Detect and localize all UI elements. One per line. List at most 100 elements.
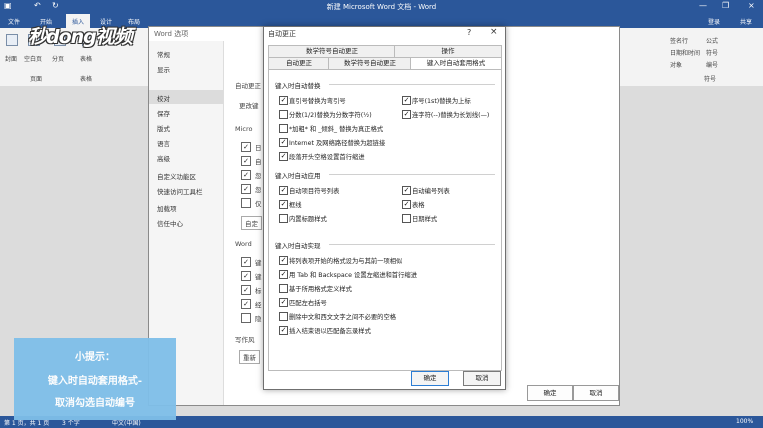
options-text-4: 忽 <box>255 172 262 180</box>
options-checkbox-3[interactable]: ✓ <box>241 170 251 180</box>
nav-addins[interactable]: 加载项 <box>157 203 177 213</box>
nav-customize-ribbon[interactable]: 自定义功能区 <box>157 171 196 181</box>
checkbox-date-style[interactable] <box>402 214 411 223</box>
nav-layout[interactable]: 版式 <box>157 123 170 133</box>
label-match-parentheses: 匹配左右括号 <box>289 300 327 307</box>
checkbox-tables[interactable]: ✓ <box>402 200 411 209</box>
checkbox-hyperlinks[interactable]: ✓ <box>279 138 288 147</box>
checkbox-fractions[interactable] <box>279 110 288 119</box>
options-text-7: 键 <box>255 259 262 267</box>
options-title: Word 选项 <box>154 30 189 38</box>
checkbox-hyphens[interactable]: ✓ <box>402 110 411 119</box>
checkbox-tab-backspace[interactable]: ✓ <box>279 270 288 279</box>
tab-math-autocorrect[interactable]: 数学符号自动更正 <box>328 57 412 69</box>
tip-line-2: 取消勾选自动编号 <box>55 398 135 409</box>
options-checkbox-7[interactable]: ✓ <box>241 271 251 281</box>
checkbox-first-indent[interactable]: ✓ <box>279 152 288 161</box>
nav-advanced[interactable]: 高级 <box>157 153 170 163</box>
options-custom-button[interactable]: 自定 <box>241 216 262 230</box>
tables-group-label: 表格 <box>80 76 93 83</box>
date-time-button[interactable]: 日期和时间 <box>670 48 700 57</box>
nav-proofing[interactable]: 校对 <box>157 93 170 103</box>
nav-trust-center[interactable]: 信任中心 <box>157 218 183 228</box>
options-text-5: 忽 <box>255 186 262 194</box>
options-checkbox-10[interactable] <box>241 313 251 323</box>
tab-autocorrect[interactable]: 自动更正 <box>268 57 330 69</box>
options-text-9: 标 <box>255 287 262 295</box>
options-text-3: 自 <box>255 158 262 166</box>
label-fractions: 分数(1/2)替换为分数字符(½) <box>289 112 372 119</box>
cover-icon[interactable] <box>6 34 18 46</box>
options-checkbox-1[interactable]: ✓ <box>241 142 251 152</box>
help-icon[interactable]: ? <box>467 28 471 37</box>
options-checkbox-2[interactable]: ✓ <box>241 156 251 166</box>
checkbox-remove-spaces[interactable] <box>279 312 288 321</box>
options-checkbox-9[interactable]: ✓ <box>241 299 251 309</box>
restore-icon[interactable]: ❐ <box>722 1 729 10</box>
options-cancel-button[interactable]: 取消 <box>573 385 619 401</box>
tab-actions[interactable]: 操作 <box>394 45 502 57</box>
label-bullet-lists: 自动项目符号列表 <box>289 188 340 195</box>
window-title: 新建 Microsoft Word 文档 - Word <box>326 3 437 11</box>
label-bold-italic: *加粗* 和 _倾斜_ 替换为真正格式 <box>289 126 384 133</box>
label-define-styles: 基于所用格式定义样式 <box>289 286 352 293</box>
tip-overlay: 小提示： 键入时自动套用格式- 取消勾选自动编号 <box>14 338 176 420</box>
checkbox-closing-memo[interactable]: ✓ <box>279 326 288 335</box>
checkbox-bullet-lists[interactable]: ✓ <box>279 186 288 195</box>
nav-general[interactable]: 常规 <box>157 49 170 59</box>
label-numbered-lists: 自动编号列表 <box>412 188 450 195</box>
autocorrect-ok-button[interactable]: 确定 <box>411 371 449 386</box>
tip-heading: 小提示： <box>75 352 115 363</box>
options-checkbox-8[interactable]: ✓ <box>241 285 251 295</box>
symbol-button[interactable]: 符号 <box>706 48 718 57</box>
options-checkbox-5[interactable] <box>241 198 251 208</box>
options-checkbox-6[interactable]: ✓ <box>241 257 251 267</box>
options-text-12: 写作风 <box>235 336 255 344</box>
login-link[interactable]: 登录 <box>708 17 720 26</box>
options-text-1: 更改键 <box>239 102 259 110</box>
options-text-2: 日 <box>255 144 262 152</box>
formula-button[interactable]: 公式 <box>706 36 718 45</box>
signature-line-button[interactable]: 签名行 <box>670 36 688 45</box>
zoom-level[interactable]: 100% <box>736 418 753 425</box>
checkbox-ordinals[interactable]: ✓ <box>402 96 411 105</box>
number-button[interactable]: 编号 <box>706 60 718 69</box>
tab-autoformat-as-you-type[interactable]: 键入时自动套用格式 <box>410 57 502 69</box>
checkbox-numbered-lists[interactable]: ✓ <box>402 186 411 195</box>
label-borders: 框线 <box>289 202 302 209</box>
label-heading-styles: 内置标题样式 <box>289 216 327 223</box>
label-tables: 表格 <box>412 202 425 209</box>
close-icon[interactable]: × <box>490 27 498 37</box>
label-tab-backspace: 用 Tab 和 Backspace 设置左缩进和首行缩进 <box>289 272 417 279</box>
options-checkbox-4[interactable]: ✓ <box>241 184 251 194</box>
label-smart-quotes: 直引号替换为弯引号 <box>289 98 346 105</box>
checkbox-heading-styles[interactable] <box>279 214 288 223</box>
blank-label: 空白页 <box>24 56 43 63</box>
checkbox-borders[interactable]: ✓ <box>279 200 288 209</box>
options-text-6: 仅 <box>255 200 262 208</box>
checkbox-match-parentheses[interactable]: ✓ <box>279 298 288 307</box>
label-hyphens: 连字符(--)替换为长划线(—) <box>412 112 490 119</box>
nav-save[interactable]: 保存 <box>157 108 170 118</box>
label-first-indent: 段落开头空格设置首行缩进 <box>289 154 365 161</box>
minimize-icon[interactable]: — <box>699 1 707 10</box>
nav-language[interactable]: 语言 <box>157 138 170 148</box>
share-button[interactable]: 共享 <box>740 17 752 26</box>
options-ok-button[interactable]: 确定 <box>527 385 573 401</box>
section-apply-title: 键入时自动应用 <box>275 172 321 180</box>
tab-math-autocorrect-top[interactable]: 数学符号自动更正 <box>268 45 396 57</box>
label-list-format: 将列表项开始的格式设为与其前一项相似 <box>289 258 403 265</box>
checkbox-bold-italic[interactable] <box>279 124 288 133</box>
options-recheck-button[interactable]: 重新 <box>239 350 260 364</box>
autocorrect-cancel-button[interactable]: 取消 <box>463 371 501 386</box>
nav-display[interactable]: 显示 <box>157 64 170 74</box>
object-button[interactable]: 对象 <box>670 60 682 69</box>
section-automatic-title: 键入时自动实现 <box>275 242 321 250</box>
close-icon[interactable]: × <box>748 1 755 10</box>
checkbox-smart-quotes[interactable]: ✓ <box>279 96 288 105</box>
nav-quick-access[interactable]: 快速访问工具栏 <box>157 186 203 196</box>
options-text-8: 键 <box>255 273 262 281</box>
checkbox-define-styles[interactable] <box>279 284 288 293</box>
tab-file[interactable]: 文件 <box>8 17 20 26</box>
checkbox-list-format[interactable]: ✓ <box>279 256 288 265</box>
